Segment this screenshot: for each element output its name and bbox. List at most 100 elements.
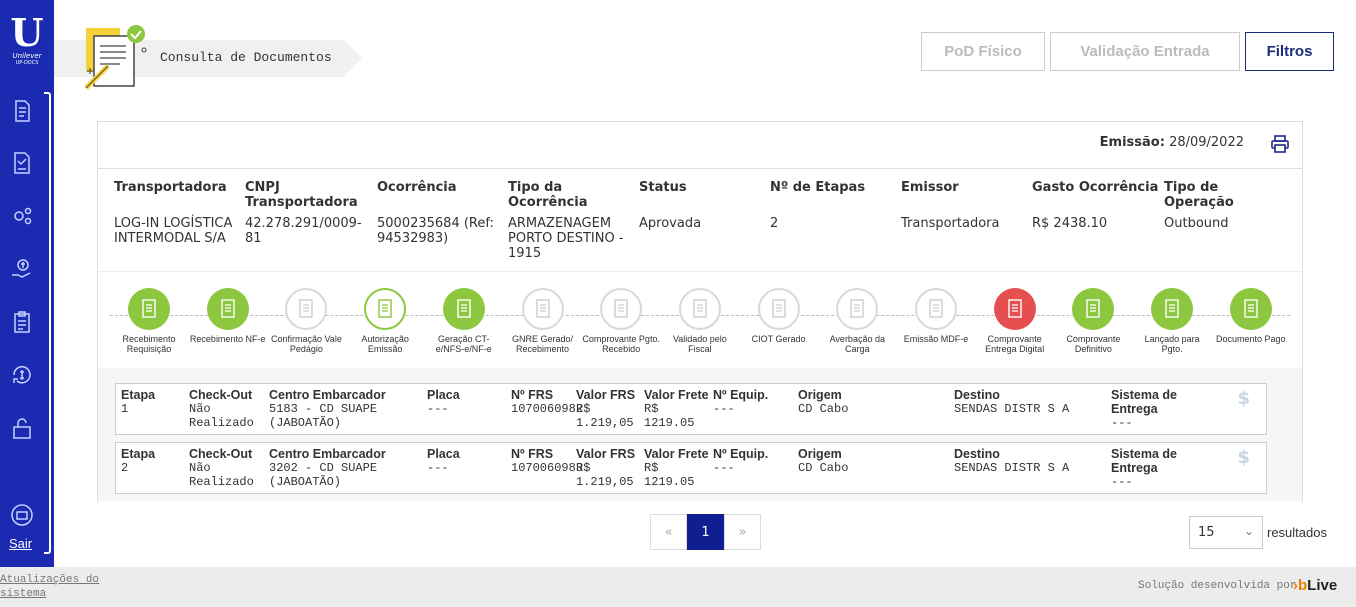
timeline-step[interactable]: Emissão MDF-e (897, 288, 975, 344)
timeline-step[interactable]: Averbação da Carga (818, 288, 896, 354)
timeline-step[interactable]: Validado pelo Fiscal (661, 288, 739, 354)
validacao-entrada-button[interactable]: Validação Entrada (1050, 32, 1240, 71)
stage-cell-value: R$ 1219.05 (644, 402, 695, 430)
stage-cell-frs: Nº FRS 1070060982 (511, 388, 584, 416)
logo-letter: U (10, 10, 44, 55)
money-hand-icon[interactable] (9, 256, 35, 282)
stage-cell-header: Valor Frete (644, 447, 709, 461)
stage-cell-header: Placa (427, 388, 460, 402)
info-value: 5000235684 (Ref: 94532983) (377, 216, 494, 246)
stage-cell-value: SENDAS DISTR S A (954, 402, 1070, 416)
timeline-step[interactable]: Autorização Emissão (346, 288, 424, 354)
stage-cell-header: Destino (954, 388, 1000, 402)
timeline-step[interactable]: Comprovante Entrega Digital (976, 288, 1054, 354)
stage-row[interactable]: Etapa 1 Check-Out Não Realizado Centro Embar… (115, 383, 1267, 435)
sidebar: U Unilever UP-DOCS Sair (0, 0, 54, 567)
step-icon (1072, 288, 1115, 330)
info-column: Emissor Transportadora (901, 180, 1029, 231)
stage-cell-value: SENDAS DISTR S A (954, 461, 1070, 475)
info-value: 2 (770, 216, 779, 231)
stage-cell-checkout: Check-Out Não Realizado (189, 388, 264, 430)
step-label: Emissão MDF-e (903, 334, 969, 344)
info-value: Outbound (1164, 216, 1229, 231)
stage-cell-header: Centro Embarcador (269, 388, 386, 402)
stage-cell-value: 1070060983 (511, 461, 584, 475)
exit-link[interactable]: Sair (9, 536, 32, 551)
info-value: ARMAZENAGEM PORTO DESTINO - 1915 (508, 216, 624, 261)
step-icon (128, 288, 170, 330)
updates-link[interactable]: Atualizações do sistema (0, 573, 100, 601)
stage-cell-placa: Placa --- (427, 388, 507, 416)
timeline-step[interactable]: Geração CT-e/NFS-e/NF-e (425, 288, 503, 354)
step-label: CIOT Gerado (751, 334, 806, 344)
stage-cell-equip: Nº Equip. --- (713, 447, 793, 475)
stage-cell-header: Origem (798, 447, 842, 461)
timeline-step[interactable]: Lançado para Pgto. (1133, 288, 1211, 354)
step-icon (836, 288, 879, 330)
document-icon[interactable] (9, 98, 35, 124)
stage-cell-header: Destino (954, 447, 1000, 461)
print-icon[interactable] (1270, 134, 1290, 154)
stage-cell-header: Origem (798, 388, 842, 402)
stage-cell-centro: Centro Embarcador 5183 - CD SUAPE (JABOAT… (269, 388, 419, 430)
step-icon (1151, 288, 1194, 330)
timeline-step[interactable]: Confirmação Vale Pedágio (267, 288, 345, 354)
stage-cell-value: R$ 1219.05 (644, 461, 695, 489)
pod-fisico-button[interactable]: PoD Físico (921, 32, 1045, 71)
stage-cell-value: 1070060982 (511, 402, 584, 416)
stage-cell-value: CD Cabo (798, 461, 849, 475)
stage-cell-value: --- (1111, 475, 1133, 489)
divider (98, 168, 1302, 169)
info-header: Tipo de Operação (1164, 180, 1234, 210)
info-column: Gasto Ocorrência R$ 2438.10 (1032, 180, 1160, 231)
clipboard-icon[interactable] (9, 309, 35, 335)
stage-cell-header: Check-Out (189, 447, 253, 461)
step-label: Recebimento Requisição (122, 334, 176, 354)
unlock-icon[interactable] (9, 415, 35, 441)
timeline-step[interactable]: Documento Pago (1212, 288, 1290, 344)
per-page-select[interactable]: 15 ⌄ (1189, 516, 1263, 549)
next-page-button[interactable]: » (724, 514, 761, 550)
info-column: Ocorrência 5000235684 (Ref: 94532983) (377, 180, 505, 246)
stage-cell-etapa: Etapa 1 (121, 388, 181, 416)
currency-cycle-icon[interactable] (9, 362, 35, 388)
timeline-step[interactable]: Recebimento NF-e (189, 288, 267, 344)
page-button[interactable]: 1 (687, 514, 724, 550)
timeline-step[interactable]: CIOT Gerado (740, 288, 818, 344)
prev-page-button[interactable]: « (650, 514, 687, 550)
step-icon (600, 288, 643, 330)
info-value: Transportadora (901, 216, 1000, 231)
stage-cell-header: Nº FRS (511, 447, 554, 461)
dollar-icon[interactable]: $ (1237, 447, 1250, 468)
dollar-icon[interactable]: $ (1237, 388, 1250, 409)
stage-row[interactable]: Etapa 2 Check-Out Não Realizado Centro Embar… (115, 442, 1267, 494)
info-header: Ocorrência (377, 180, 457, 195)
stage-cell-origem: Origem CD Cabo (798, 388, 948, 416)
timeline-step[interactable]: Comprovante Definitivo (1054, 288, 1132, 354)
step-label: Recebimento NF-e (189, 334, 266, 344)
stage-cell-equip: Nº Equip. --- (713, 388, 793, 416)
footer: Atualizações do sistema Solução desenvol… (0, 567, 1356, 607)
robot-icon[interactable] (9, 502, 35, 528)
info-header: Gasto Ocorrência (1032, 180, 1159, 195)
gears-icon[interactable] (9, 203, 35, 229)
timeline-step[interactable]: Recebimento Requisição (110, 288, 188, 354)
timeline-step[interactable]: Comprovante Pgto. Recebido (582, 288, 660, 354)
document-check-icon[interactable] (9, 150, 35, 176)
step-icon (521, 288, 564, 330)
stage-cell-value: Não Realizado (189, 402, 254, 430)
stage-cell-value: 3202 - CD SUAPE (JABOATÃO) (269, 461, 378, 489)
step-icon (206, 288, 249, 330)
step-label: Comprovante Definitivo (1066, 334, 1121, 354)
step-label: Geração CT-e/NFS-e/NF-e (435, 334, 492, 354)
info-column: Transportadora LOG-IN LOGÍSTICA INTERMODA… (114, 180, 242, 246)
stage-cell-header: Valor Frete (644, 388, 709, 402)
stage-cell-valor-frs: Valor FRS R$ 1.219,05 (576, 388, 646, 430)
info-value: R$ 2438.10 (1032, 216, 1108, 231)
filtros-button[interactable]: Filtros (1245, 32, 1334, 71)
step-icon (285, 288, 328, 330)
timeline-step[interactable]: GNRE Gerado/ Recebimento (504, 288, 582, 354)
logo-subtitle: UP-DOCS (15, 60, 39, 66)
live-logo-mark: ›b (1293, 577, 1308, 594)
emission-date: Emissão: 28/09/2022 (1100, 135, 1244, 150)
